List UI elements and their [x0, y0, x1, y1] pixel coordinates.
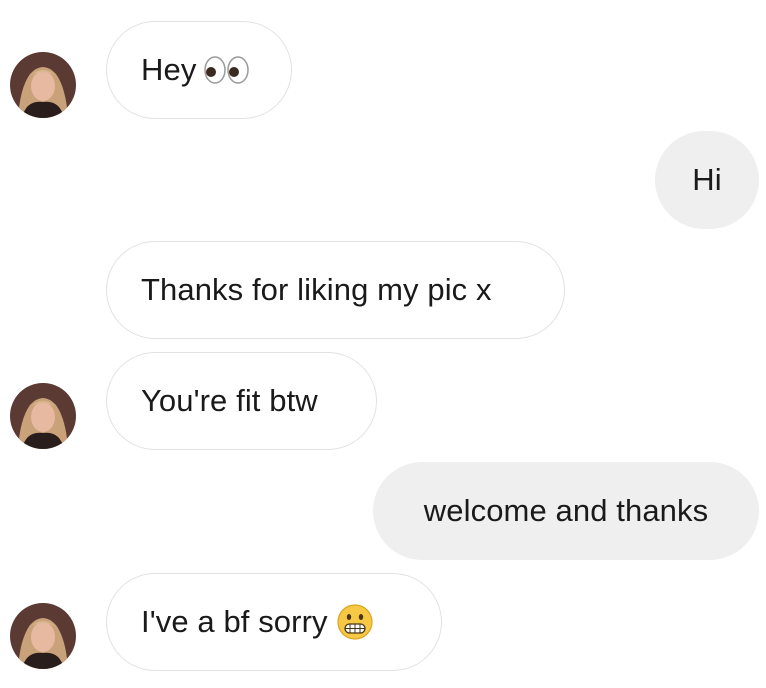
grimacing-face-emoji: [336, 603, 374, 641]
message-text: welcome and thanks: [423, 493, 709, 528]
message-text: I've a bf sorry: [141, 604, 328, 639]
eyes-emoji: [204, 56, 250, 84]
message-text: Hi: [692, 162, 722, 197]
message-text: Hey: [141, 52, 197, 87]
outgoing-message-bubble: Hi: [655, 131, 759, 229]
outgoing-message-bubble: welcome and thanks: [373, 462, 759, 560]
contact-avatar[interactable]: [10, 603, 76, 669]
incoming-message-bubble: You're fit btw: [106, 352, 377, 450]
message-text: You're fit btw: [141, 383, 318, 418]
incoming-message-bubble: Thanks for liking my pic x: [106, 241, 565, 339]
message-text: Thanks for liking my pic x: [141, 272, 492, 307]
contact-avatar[interactable]: [10, 52, 76, 118]
incoming-message-bubble: Hey: [106, 21, 292, 119]
incoming-message-bubble: I've a bf sorry: [106, 573, 442, 671]
contact-avatar[interactable]: [10, 383, 76, 449]
